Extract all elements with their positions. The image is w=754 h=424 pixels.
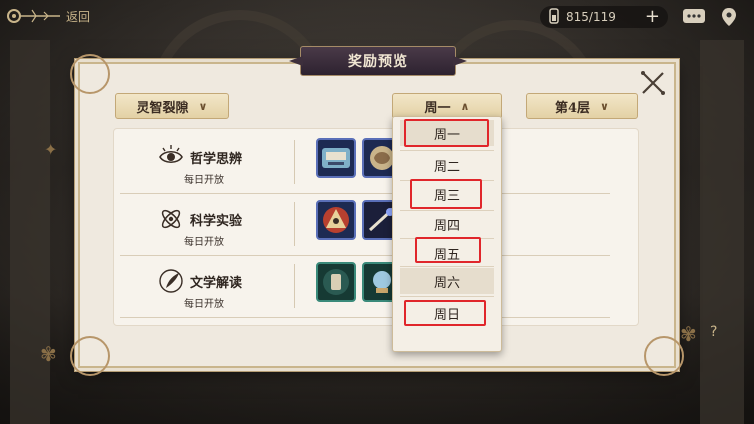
reward-item[interactable] [316,200,356,240]
help-icon[interactable]: ? [710,324,717,340]
quill-icon [158,268,184,294]
divider [294,140,295,184]
divider [294,202,295,246]
stamina-icon [548,7,560,27]
eye-icon [158,144,184,170]
day-option[interactable]: 周五 [400,240,494,266]
category-dropdown[interactable]: 灵智裂隙 ∨ [115,93,229,119]
panel-title: 奖励预览 [300,46,456,76]
settings-flower-icon[interactable]: ✾ [680,322,697,346]
resource-value: 815/119 [566,10,616,24]
back-label: 返回 [66,9,91,24]
category-label: 灵智裂隙 [136,100,189,116]
settings-flower-icon[interactable]: ✾ [40,342,57,366]
corner-ornament [644,336,684,376]
list-item: 哲学思辨 每日开放 [120,134,610,194]
day-option[interactable]: 周三 [400,181,494,207]
list-item: 科学实验 每日开放 [120,196,610,256]
day-option[interactable]: 周一 [400,120,494,146]
chevron-down-icon: ∨ [198,99,208,113]
reward-item[interactable] [316,138,356,178]
chat-bubble-icon[interactable] [681,7,707,27]
day-option[interactable]: 周二 [400,152,494,178]
floor-dropdown[interactable]: 第4层 ∨ [526,93,638,119]
panel-title-text: 奖励预览 [348,54,408,70]
divider [400,150,494,151]
row-title: 科学实验 [190,214,243,229]
add-resource-button[interactable]: + [645,8,660,26]
floor-label: 第4层 [555,100,591,116]
ornate-key-icon [4,6,62,26]
reward-item[interactable] [316,262,356,302]
back-button[interactable]: 返回 [4,2,96,30]
day-option[interactable]: 周日 [400,300,494,326]
row-title: 文学解读 [190,276,243,291]
divider [400,296,494,297]
close-x-icon [641,71,665,95]
day-option[interactable]: 周四 [400,211,494,237]
list-item: 文学解读 每日开放 [120,258,610,318]
row-subtitle: 每日开放 [184,175,224,186]
background-pillar [10,40,50,424]
chevron-down-icon: ∨ [600,99,609,113]
day-label: 周一 [424,100,451,116]
row-subtitle: 每日开放 [184,237,224,248]
corner-ornament [70,54,110,94]
row-title: 哲学思辨 [190,152,243,167]
ornament-icon: ✦ [44,140,58,159]
chevron-up-icon: ∧ [460,99,470,113]
resource-counter: 815/119 + [540,6,668,28]
close-button[interactable] [640,70,666,96]
corner-ornament [70,336,110,376]
divider [400,266,494,267]
row-subtitle: 每日开放 [184,299,224,310]
map-pin-icon[interactable] [716,7,742,27]
divider [294,264,295,308]
divider [400,238,494,239]
day-option[interactable]: 周六 [400,268,494,294]
background-pillar [700,40,744,424]
atom-icon [158,206,184,232]
